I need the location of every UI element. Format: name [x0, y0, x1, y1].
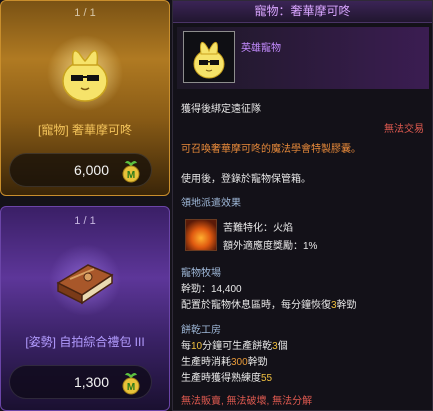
use-description: 使用後，登錄於寵物保管箱。: [181, 174, 311, 185]
fire-skill-icon: [185, 219, 217, 251]
price-button[interactable]: 6,000 M: [9, 153, 152, 187]
trade-restriction: 無法交易: [384, 124, 424, 135]
m-coin-icon: M: [119, 371, 143, 395]
skill-name: 苦難特化：火焰: [223, 223, 293, 234]
svg-text:M: M: [127, 170, 135, 181]
gift-book-icon: [48, 243, 122, 317]
rest-recovery: 配置於寵物休息區時，每分鐘恢復3幹勁: [181, 300, 357, 311]
price-value: 6,000: [73, 162, 109, 178]
price-button[interactable]: 1,300 M: [9, 365, 152, 399]
shop-card-gesture[interactable]: 1 / 1 [姿勢] 自拍綜合禮包 III 1,300 M: [0, 206, 170, 411]
restrictions-text: 無法販賣, 無法破壞, 無法分解: [181, 396, 313, 407]
dispatch-heading: 領地派遣效果: [181, 198, 241, 209]
item-grade-label: 英雄寵物: [241, 43, 281, 54]
svg-text:M: M: [127, 382, 135, 393]
stamina-value: 幹勁：14,400: [181, 284, 242, 295]
bakery-line-2: 生產時消耗300幹勁: [181, 357, 268, 368]
mokoko-pet-icon: [45, 31, 125, 111]
price-value: 1,300: [73, 374, 109, 390]
tooltip-header: 英雄寵物: [177, 27, 429, 89]
stock-count: 1 / 1: [74, 215, 96, 227]
item-name: [姿勢] 自拍綜合禮包 III: [25, 335, 145, 349]
tooltip-title: 寵物：奢華摩可咚: [173, 1, 432, 23]
bakery-heading: 餅乾工房: [181, 325, 221, 336]
item-name: [寵物] 奢華摩可咚: [37, 123, 132, 137]
bakery-line-3: 生產時獲得熟練度55: [181, 373, 273, 384]
m-coin-icon: M: [119, 159, 143, 183]
item-tooltip: 寵物：奢華摩可咚 英雄寵物 獲得後綁定遠征隊 無法交易 可召喚奢華摩可咚的魔法學…: [172, 0, 433, 411]
mokoko-pet-icon: [183, 31, 235, 83]
ranch-heading: 寵物牧場: [181, 268, 221, 279]
skill-bonus: 額外適應度獎勵：1%: [223, 241, 318, 252]
bind-text: 獲得後綁定遠征隊: [181, 104, 261, 115]
shop-card-pet[interactable]: 1 / 1 [寵物] 奢華摩可咚 6,000 M: [0, 0, 170, 196]
stock-count: 1 / 1: [74, 7, 96, 19]
item-description: 可召喚奢華摩可咚的魔法學會特製膠囊。: [181, 144, 361, 155]
bakery-line-1: 每10分鐘可生產餅乾3個: [181, 341, 288, 352]
